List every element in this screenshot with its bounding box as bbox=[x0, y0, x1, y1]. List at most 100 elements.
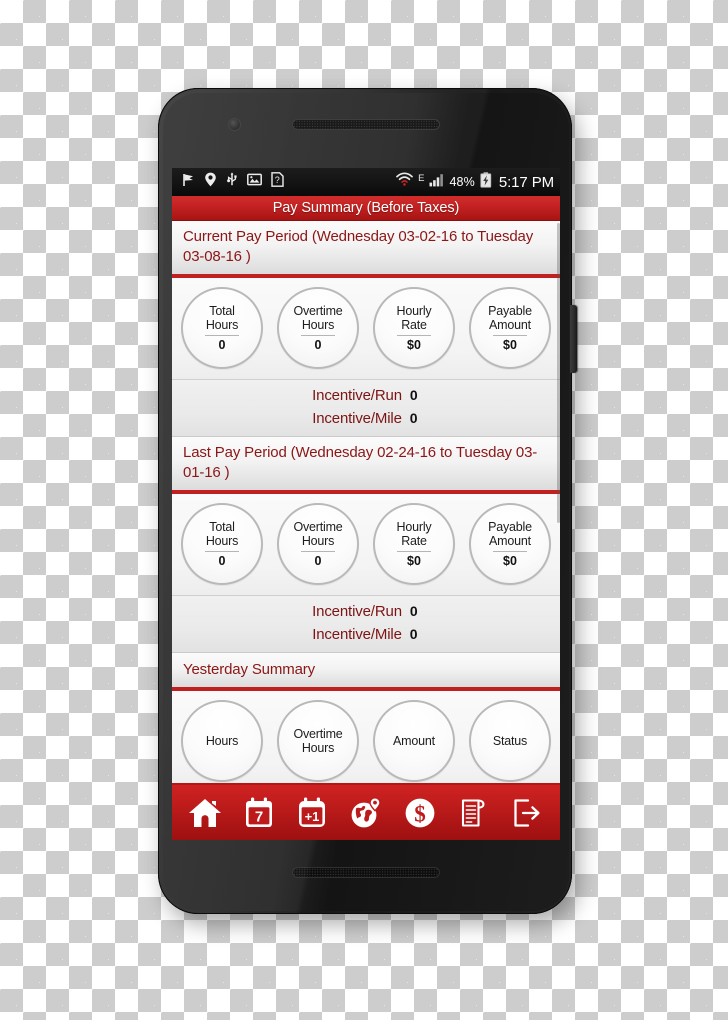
calendar-plus-one-icon: +1 bbox=[297, 797, 327, 829]
last-pay-period-metrics: Total Hours 0 Overtime Hours 0 Hourly Ra… bbox=[172, 494, 560, 596]
document-scroll-icon bbox=[459, 797, 487, 829]
bottom-speaker-grille bbox=[292, 867, 440, 878]
phone-screen: ? E 48% 5:17 PM Pay Summary (Before Taxe… bbox=[172, 168, 560, 840]
metric-total-hours[interactable]: Total Hours 0 bbox=[181, 287, 263, 369]
earpiece-speaker-grille bbox=[292, 119, 440, 130]
status-bar-right-icons: E 48% 5:17 PM bbox=[396, 171, 554, 193]
status-bar-clock: 5:17 PM bbox=[498, 173, 554, 191]
incentive-mile-label: Incentive/Mile bbox=[312, 410, 402, 427]
metric-label-line1: Total bbox=[209, 520, 235, 534]
nav-item-map[interactable] bbox=[345, 792, 387, 834]
wifi-icon bbox=[396, 172, 414, 192]
metric-separator bbox=[205, 551, 239, 552]
sim-help-icon: ? bbox=[271, 172, 284, 192]
app-title-bar: Pay Summary (Before Taxes) bbox=[172, 196, 560, 221]
metric-label-line1: Status bbox=[492, 734, 528, 748]
flag-icon bbox=[182, 173, 195, 192]
metric-status[interactable]: Status bbox=[469, 700, 551, 782]
home-icon bbox=[188, 797, 222, 829]
svg-text:+1: +1 bbox=[305, 809, 320, 824]
metric-separator bbox=[397, 551, 431, 552]
metric-label-line2: Amount bbox=[489, 318, 531, 332]
nav-item-calendar[interactable]: 7 bbox=[238, 792, 280, 834]
metric-label-line1: Hourly bbox=[396, 520, 432, 534]
metric-value: $0 bbox=[407, 554, 421, 568]
nav-item-pay[interactable]: $ bbox=[399, 792, 441, 834]
yesterday-summary-title: Yesterday Summary bbox=[183, 661, 315, 678]
metric-separator bbox=[301, 551, 335, 552]
incentive-run-label: Incentive/Run bbox=[312, 603, 402, 620]
incentive-run-value: 0 bbox=[409, 387, 418, 403]
network-type-label: E bbox=[418, 173, 425, 184]
front-camera-icon bbox=[229, 119, 240, 130]
page-title: Pay Summary (Before Taxes) bbox=[272, 200, 460, 216]
metric-label-line2: Hours bbox=[205, 318, 239, 332]
incentive-run-label: Incentive/Run bbox=[312, 387, 402, 404]
metric-label-line2: Rate bbox=[401, 534, 427, 548]
metric-overtime-hours[interactable]: Overtime Hours 0 bbox=[277, 503, 359, 585]
metric-value: $0 bbox=[407, 338, 421, 352]
bottom-navigation-bar: 7 +1 $ bbox=[172, 783, 560, 840]
metric-amount[interactable]: Amount bbox=[373, 700, 455, 782]
signal-bars-icon bbox=[429, 173, 445, 192]
current-pay-period-metrics: Total Hours 0 Overtime Hours 0 Hourly Ra… bbox=[172, 278, 560, 380]
metric-separator bbox=[493, 551, 527, 552]
incentive-run-row: Incentive/Run 0 bbox=[172, 384, 560, 407]
metric-label-line1: Total bbox=[209, 304, 235, 318]
yesterday-summary-metrics: Hours Overtime Hours Amount Status bbox=[172, 691, 560, 792]
location-pin-icon bbox=[204, 172, 217, 192]
current-pay-period-header: Current Pay Period (Wednesday 03-02-16 t… bbox=[172, 221, 560, 278]
power-button[interactable] bbox=[570, 305, 577, 373]
metric-label-line1: Overtime bbox=[293, 727, 343, 741]
pay-summary-scroll-area[interactable]: Current Pay Period (Wednesday 03-02-16 t… bbox=[172, 221, 560, 840]
battery-percent-label: 48% bbox=[449, 175, 475, 189]
vertical-scrollbar[interactable] bbox=[557, 223, 560, 523]
incentive-mile-value: 0 bbox=[409, 410, 418, 426]
current-pay-period-incentives: Incentive/Run 0 Incentive/Mile 0 bbox=[172, 380, 560, 437]
metric-label-line2: Hours bbox=[301, 534, 335, 548]
nav-item-add-day[interactable]: +1 bbox=[291, 792, 333, 834]
metric-separator bbox=[397, 335, 431, 336]
metric-value: $0 bbox=[503, 554, 517, 568]
status-bar-left-icons: ? bbox=[178, 172, 396, 192]
metric-total-hours[interactable]: Total Hours 0 bbox=[181, 503, 263, 585]
last-pay-period-title: Last Pay Period (Wednesday 02-24-16 to T… bbox=[183, 444, 538, 481]
metric-separator bbox=[205, 335, 239, 336]
nav-item-home[interactable] bbox=[184, 792, 226, 834]
metric-label-line1: Amount bbox=[393, 734, 435, 748]
metric-hours[interactable]: Hours bbox=[181, 700, 263, 782]
metric-hourly-rate[interactable]: Hourly Rate $0 bbox=[373, 287, 455, 369]
nav-item-logout[interactable] bbox=[506, 792, 548, 834]
metric-label-line1: Overtime bbox=[293, 520, 343, 534]
incentive-mile-label: Incentive/Mile bbox=[312, 626, 402, 643]
incentive-run-row: Incentive/Run 0 bbox=[172, 600, 560, 623]
nav-item-reports[interactable] bbox=[452, 792, 494, 834]
svg-text:?: ? bbox=[275, 175, 280, 185]
metric-overtime-hours[interactable]: Overtime Hours 0 bbox=[277, 287, 359, 369]
metric-value: 0 bbox=[314, 338, 322, 352]
metric-label-line2: Rate bbox=[401, 318, 427, 332]
metric-value: 0 bbox=[218, 554, 226, 568]
metric-label-line2: Amount bbox=[489, 534, 531, 548]
metric-value: $0 bbox=[503, 338, 517, 352]
incentive-mile-row: Incentive/Mile 0 bbox=[172, 407, 560, 430]
calendar-7-icon: 7 bbox=[244, 797, 274, 829]
svg-text:$: $ bbox=[414, 801, 426, 826]
status-bar: ? E 48% 5:17 PM bbox=[172, 168, 560, 196]
battery-charging-icon bbox=[480, 171, 492, 193]
metric-separator bbox=[301, 335, 335, 336]
metric-value: 0 bbox=[218, 338, 226, 352]
metric-payable-amount[interactable]: Payable Amount $0 bbox=[469, 503, 551, 585]
incentive-mile-row: Incentive/Mile 0 bbox=[172, 623, 560, 646]
metric-label-line1: Payable bbox=[488, 520, 532, 534]
metric-separator bbox=[493, 335, 527, 336]
usb-icon bbox=[226, 172, 238, 192]
metric-label-line1: Hourly bbox=[396, 304, 432, 318]
last-pay-period-incentives: Incentive/Run 0 Incentive/Mile 0 bbox=[172, 596, 560, 653]
dollar-circle-icon: $ bbox=[404, 797, 436, 829]
metric-hourly-rate[interactable]: Hourly Rate $0 bbox=[373, 503, 455, 585]
incentive-mile-value: 0 bbox=[409, 626, 418, 642]
metric-overtime-hours[interactable]: Overtime Hours bbox=[277, 700, 359, 782]
metric-label-line2: Hours bbox=[301, 318, 335, 332]
metric-payable-amount[interactable]: Payable Amount $0 bbox=[469, 287, 551, 369]
